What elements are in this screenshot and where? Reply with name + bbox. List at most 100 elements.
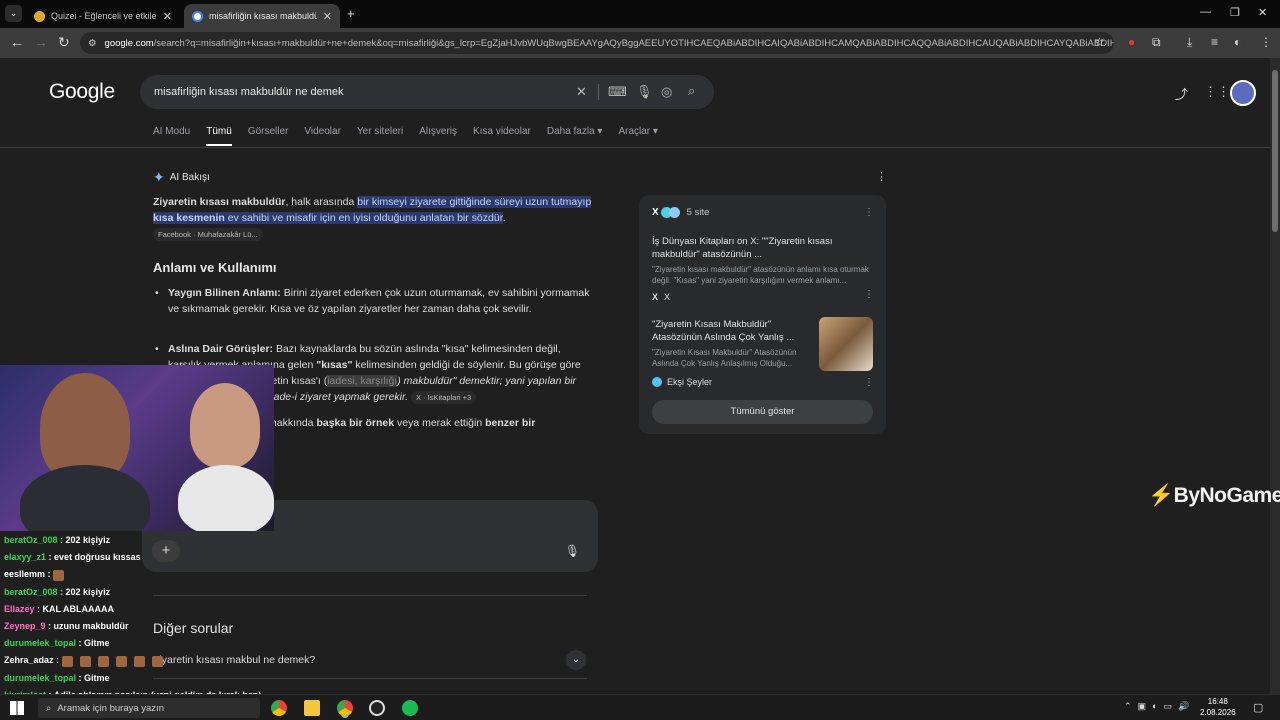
notification-icon[interactable]: ▢	[1253, 701, 1263, 714]
file-explorer-icon[interactable]	[304, 700, 320, 716]
chevron-down-icon[interactable]: ⌄	[566, 650, 586, 670]
new-tab-button[interactable]: +	[347, 6, 355, 21]
tab-quizei[interactable]: Quizei - Eğlenceli ve etkileşimli ✕	[26, 4, 180, 28]
chat-user: beratOz_008	[4, 586, 58, 597]
tab-more[interactable]: Daha fazla ▾	[547, 126, 603, 146]
ai-overview-menu-icon[interactable]: ⋮	[876, 170, 887, 183]
download-icon[interactable]: ⤓	[1187, 35, 1192, 50]
intro-highlight: ev sahibi ve misafir için en iyisi olduğ…	[224, 212, 503, 224]
source-favicons: X 5 site	[652, 207, 709, 218]
source-card-2[interactable]: "Ziyaretin Kısası Makbuldür" Atasözünün …	[652, 318, 812, 369]
clear-search-icon[interactable]: ✕	[576, 84, 587, 100]
bookmark-star-icon[interactable]: ☆	[1094, 35, 1105, 49]
source-thumbnail[interactable]	[819, 317, 873, 371]
chat-text: uzunu makbuldür	[53, 621, 129, 632]
site-info-icon[interactable]: ⚙	[88, 38, 97, 49]
taskbar-search-input[interactable]: ⌕ Aramak için buraya yazın	[38, 698, 260, 718]
extension-record-icon[interactable]: ●	[1128, 35, 1135, 49]
tab-short-videos[interactable]: Kısa videolar	[473, 126, 531, 146]
emote-icon	[115, 655, 127, 667]
page-scrollbar[interactable]	[1270, 58, 1280, 694]
brand-mark-icon: ⚡	[1148, 484, 1174, 507]
taskbar-clock[interactable]: 16:48 2.08.2026	[1200, 696, 1236, 718]
search-tabs: AI Modu Tümü Görseller Videolar Yer site…	[153, 126, 674, 146]
google-logo[interactable]: Google	[49, 80, 115, 104]
search-icon: ⌕	[46, 702, 52, 714]
lens-camera-icon[interactable]: ◎	[661, 84, 672, 100]
microphone-icon[interactable]: 🎙	[636, 84, 653, 100]
close-icon[interactable]: ✕	[323, 10, 332, 23]
clock-time: 16:48	[1207, 697, 1228, 706]
tab-strip: ⌄ Quizei - Eğlenceli ve etkileşimli ✕ mi…	[0, 0, 1280, 28]
sources-panel: X 5 site ⋮ İş Dünyası Kitapları on X: ""…	[639, 195, 886, 434]
reload-icon[interactable]: ↻	[58, 34, 70, 51]
search-icon[interactable]: ⌕	[688, 83, 695, 99]
chat-message: Zeynep_9 : uzunu makbuldür	[4, 621, 129, 632]
intro-text: , halk arasında	[285, 196, 358, 208]
chat-message: durumelek_topal : Gitme	[4, 638, 110, 649]
source-count[interactable]: 5 site	[687, 207, 710, 218]
keyboard-icon[interactable]: ⌨	[608, 84, 627, 100]
windows-taskbar: ⌕ Aramak için buraya yazın ⌃▣◐▭🔊 16:48 2…	[0, 694, 1280, 720]
source-menu-icon[interactable]: ⋮	[864, 289, 874, 300]
tab-places[interactable]: Yer siteleri	[357, 126, 403, 146]
browser-toolbar: ← → ↻ ⚙ google.com/search?q=misafirliğin…	[0, 28, 1280, 58]
tab-search-button[interactable]: ⌄	[5, 5, 22, 22]
webcam-person-right	[190, 383, 260, 468]
tab-ai-mode[interactable]: AI Modu	[153, 126, 190, 146]
tab-all[interactable]: Tümü	[206, 126, 232, 146]
extensions-puzzle-icon[interactable]: ⧉	[1152, 35, 1161, 50]
apps-grid-icon[interactable]: ⋮⋮	[1204, 84, 1230, 100]
profile-icon[interactable]: ◐	[1234, 35, 1241, 49]
share-icon[interactable]: ⤴	[1175, 84, 1188, 103]
microphone-icon[interactable]: 🎙	[565, 544, 580, 558]
back-arrow-icon[interactable]: ←	[10, 34, 24, 50]
tab-images[interactable]: Görseller	[248, 126, 289, 146]
window-close-button[interactable]: ✕	[1258, 6, 1267, 19]
reading-list-icon[interactable]: ≡	[1211, 35, 1218, 49]
menu-kebab-icon[interactable]: ⋮	[1260, 35, 1272, 49]
source-chip-facebook[interactable]: Facebook · Muhafazakâr Lü...	[153, 228, 263, 241]
webcam-person-right-body	[178, 465, 274, 531]
minimize-button[interactable]: —	[1200, 6, 1211, 18]
tab-tools[interactable]: Araçlar ▾	[618, 126, 657, 146]
tab-shopping[interactable]: Alışveriş	[419, 126, 457, 146]
tab-title: misafirliğin kısası makbuldür ne	[209, 11, 317, 21]
emote-icon	[61, 655, 73, 667]
x-logo-icon: X	[652, 207, 659, 218]
forward-arrow-icon[interactable]: →	[34, 34, 48, 50]
source-snippet: "Ziyaretin kısası makbuldür" atasözünün …	[652, 265, 869, 285]
spotify-taskbar-icon[interactable]	[402, 700, 418, 716]
source-menu-icon[interactable]: ⋮	[864, 377, 874, 388]
bullet-label: Yaygın Bilinen Anlamı:	[168, 287, 281, 299]
source-site: Ekşi Şeyler	[667, 377, 713, 387]
obs-taskbar-icon[interactable]	[369, 700, 385, 716]
intro-highlight: bir kimseyi ziyarete gittiğinde süreyi u…	[357, 196, 592, 208]
show-all-button[interactable]: Tümünü göster	[652, 400, 873, 424]
chat-user: eesllemm	[4, 569, 46, 580]
address-bar[interactable]: ⚙ google.com/search?q=misafirliğin+kısas…	[80, 32, 1114, 54]
close-icon[interactable]: ✕	[163, 10, 172, 23]
ai-overview-header: ✦ AI Bakışı	[153, 169, 210, 186]
source-title[interactable]: İş Dünyası Kitapları on X: ""Ziyaretin k…	[652, 235, 877, 261]
search-input[interactable]: misafirliğin kısası makbuldür ne demek	[140, 75, 714, 109]
source-title[interactable]: "Ziyaretin Kısası Makbuldür" Atasözünün …	[652, 318, 812, 344]
source-chip-x[interactable]: X · IsKitaplari +3	[410, 391, 477, 404]
system-tray-icons[interactable]: ⌃▣◐▭🔊	[1124, 701, 1195, 712]
windows-start-icon[interactable]	[10, 701, 24, 715]
taskbar-search-placeholder: Aramak için buraya yazın	[57, 702, 164, 714]
search-divider	[598, 84, 599, 100]
source-card-1[interactable]: İş Dünyası Kitapları on X: ""Ziyaretin k…	[652, 235, 877, 302]
scrollbar-thumb[interactable]	[1272, 70, 1278, 232]
source-menu-icon[interactable]: ⋮	[864, 207, 874, 218]
maximize-button[interactable]: ❐	[1230, 6, 1240, 19]
tab-videos[interactable]: Videolar	[304, 126, 341, 146]
source-favicon-icon	[668, 207, 680, 218]
eksi-seyler-favicon-icon	[652, 377, 662, 387]
chat-message: Zehra_adaz :	[4, 652, 304, 669]
account-avatar[interactable]	[1230, 80, 1256, 106]
x-logo-icon: X	[652, 292, 659, 302]
tab-google-search[interactable]: misafirliğin kısası makbuldür ne ✕	[184, 4, 340, 28]
chrome-taskbar-icon[interactable]	[271, 700, 287, 716]
chrome-active-taskbar-icon[interactable]	[337, 700, 353, 716]
